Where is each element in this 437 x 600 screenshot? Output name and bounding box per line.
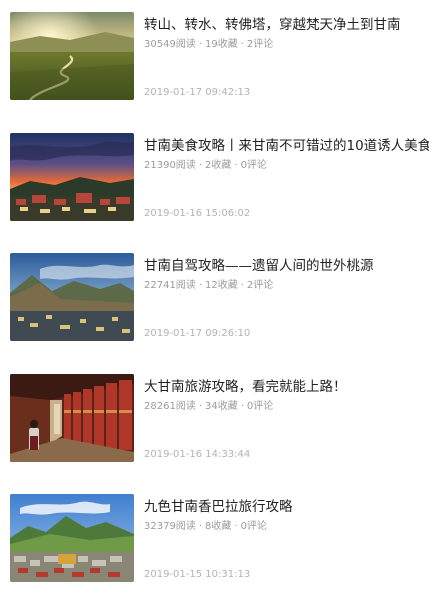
publish-date: 2019-01-15 10:31:13 (144, 569, 251, 580)
article-list: 转山、转水、转佛塔，穿越梵天净土到甘南 30549阅读 · 19收藏 · 2评论 201… (0, 0, 437, 600)
monastery-sunset-sky-photo (10, 133, 134, 221)
article-thumbnail[interactable] (10, 374, 134, 462)
meta-separator: · (240, 280, 244, 291)
read-count: 32379阅读 (144, 521, 196, 532)
article-stats: 30549阅读 · 19收藏 · 2评论 (144, 38, 273, 52)
read-count: 22741阅读 (144, 280, 196, 291)
grassland-river-sunset-photo (10, 12, 134, 100)
article-stats: 22741阅读 · 12收藏 · 2评论 (144, 279, 273, 293)
meta-separator: · (240, 401, 244, 412)
meta-separator: · (234, 160, 238, 171)
meta-separator: · (240, 39, 244, 50)
comment-count: 0评论 (240, 521, 267, 532)
comment-count: 2评论 (246, 39, 274, 50)
article-title[interactable]: 甘南美食攻略丨来甘南不可错过的10道诱人美食！ (144, 137, 429, 155)
meta-separator: · (198, 160, 202, 171)
article-title[interactable]: 大甘南旅游攻略，看完就能上路！ (144, 378, 429, 396)
comment-count: 0评论 (240, 160, 267, 171)
article-thumbnail[interactable] (10, 133, 134, 221)
meta-separator: · (198, 401, 202, 412)
favorite-count: 8收藏 (205, 521, 232, 532)
publish-date: 2019-01-17 09:42:13 (144, 87, 251, 98)
meta-separator: · (234, 521, 238, 532)
favorite-count: 19收藏 (205, 39, 238, 50)
favorite-count: 2收藏 (205, 160, 232, 171)
article-item[interactable]: 转山、转水、转佛塔，穿越梵天净土到甘南 30549阅读 · 19收藏 · 2评论 201… (0, 12, 437, 106)
article-stats: 28261阅读 · 34收藏 · 0评论 (144, 400, 273, 414)
publish-date: 2019-01-17 09:26:10 (144, 328, 251, 339)
publish-date: 2019-01-16 14:33:44 (144, 449, 251, 460)
article-item[interactable]: 甘南美食攻略丨来甘南不可错过的10道诱人美食！ 21390阅读 · 2收藏 · 0评论 … (0, 133, 437, 227)
article-thumbnail[interactable] (10, 12, 134, 100)
article-thumbnail[interactable] (10, 253, 134, 341)
prayer-wheel-corridor-photo (10, 374, 134, 462)
article-item[interactable]: 大甘南旅游攻略，看完就能上路！ 28261阅读 · 34收藏 · 0评论 2019-01… (0, 374, 437, 468)
article-title[interactable]: 甘南自驾攻略——遗留人间的世外桃源 (144, 257, 429, 275)
article-title[interactable]: 九色甘南香巴拉旅行攻略 (144, 498, 429, 516)
favorite-count: 34收藏 (205, 401, 238, 412)
monastery-mountain-valley-photo (10, 494, 134, 582)
publish-date: 2019-01-16 15:06:02 (144, 208, 251, 219)
read-count: 21390阅读 (144, 160, 196, 171)
article-stats: 32379阅读 · 8收藏 · 0评论 (144, 520, 267, 534)
article-item[interactable]: 九色甘南香巴拉旅行攻略 32379阅读 · 8收藏 · 0评论 2019-01-15 1… (0, 494, 437, 588)
read-count: 28261阅读 (144, 401, 196, 412)
article-title[interactable]: 转山、转水、转佛塔，穿越梵天净土到甘南 (144, 16, 429, 34)
article-thumbnail[interactable] (10, 494, 134, 582)
favorite-count: 12收藏 (205, 280, 238, 291)
meta-separator: · (198, 521, 202, 532)
article-item[interactable]: 甘南自驾攻略——遗留人间的世外桃源 22741阅读 · 12收藏 · 2评论 2019-… (0, 253, 437, 347)
mountain-town-dusk-photo (10, 253, 134, 341)
read-count: 30549阅读 (144, 39, 196, 50)
meta-separator: · (198, 280, 202, 291)
comment-count: 2评论 (246, 280, 274, 291)
article-stats: 21390阅读 · 2收藏 · 0评论 (144, 159, 267, 173)
meta-separator: · (198, 39, 202, 50)
comment-count: 0评论 (246, 401, 274, 412)
